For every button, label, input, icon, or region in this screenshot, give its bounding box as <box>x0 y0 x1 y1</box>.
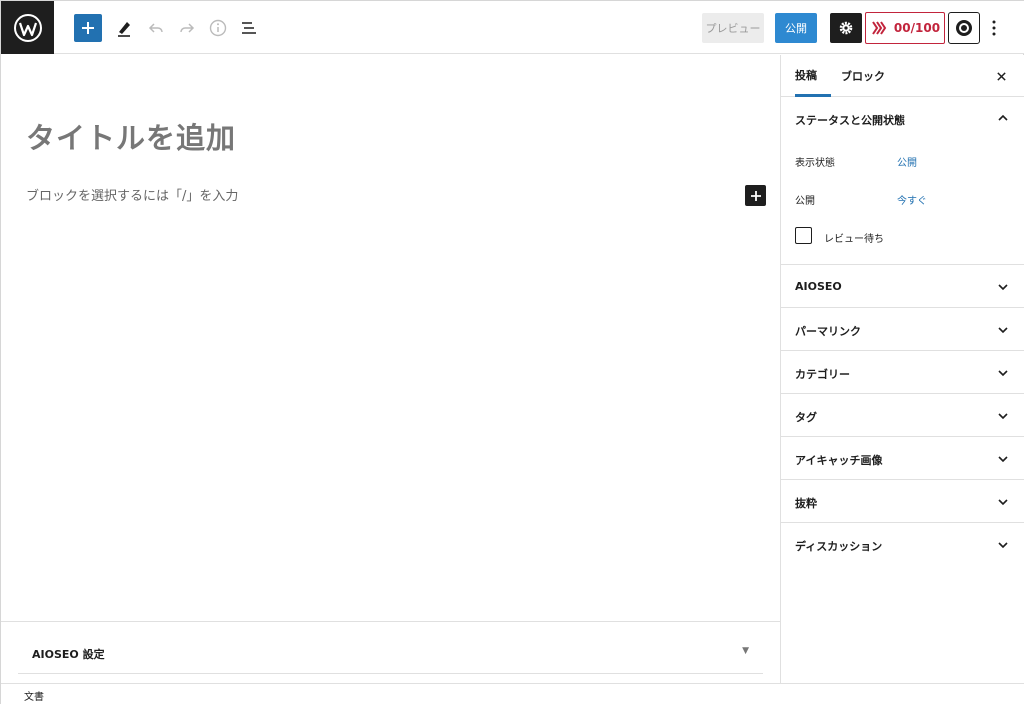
pending-review-label: レビュー待ち <box>824 234 884 245</box>
visibility-value-link[interactable]: 公開 <box>897 154 917 169</box>
panel-tags[interactable]: タグ <box>781 394 1024 437</box>
aioseo-metabox: AIOSEO 設定 ▼ <box>1 621 780 683</box>
add-block-button[interactable] <box>74 14 102 42</box>
pencil-icon <box>118 22 130 37</box>
more-options-button[interactable] <box>985 14 1003 42</box>
panel-featured-image[interactable]: アイキャッチ画像 <box>781 437 1024 480</box>
wordpress-logo[interactable] <box>1 1 54 54</box>
publish-button[interactable]: 公開 <box>775 13 817 43</box>
list-view-button[interactable] <box>235 14 263 42</box>
panel-permalink[interactable]: パーマリンク <box>781 308 1024 351</box>
block-placeholder[interactable]: ブロックを選択するには「/」を入力 <box>26 185 238 204</box>
undo-button[interactable] <box>142 14 170 42</box>
panel-featured-image-title: アイキャッチ画像 <box>795 454 883 467</box>
panel-discussion[interactable]: ディスカッション <box>781 523 1024 566</box>
details-button[interactable] <box>204 14 232 42</box>
redo-icon <box>180 23 195 33</box>
breadcrumb[interactable]: 文書 <box>24 688 44 703</box>
info-icon <box>209 19 227 37</box>
inline-add-block-button[interactable] <box>745 185 766 206</box>
preview-button[interactable]: プレビュー <box>702 13 764 43</box>
tab-post[interactable]: 投稿 <box>795 55 831 97</box>
panel-permalink-title: パーマリンク <box>795 325 861 338</box>
chevron-down-icon <box>998 456 1008 463</box>
close-icon <box>996 71 1006 81</box>
chevron-up-icon[interactable] <box>996 111 1010 125</box>
panel-categories-title: カテゴリー <box>795 368 850 381</box>
publish-label: 公開 <box>795 196 815 207</box>
settings-button[interactable] <box>830 13 862 43</box>
chevron-down-icon <box>998 499 1008 506</box>
tab-block-label: ブロック <box>841 70 885 83</box>
gear-icon <box>839 21 853 35</box>
panel-excerpt[interactable]: 抜粋 <box>781 480 1024 523</box>
tab-block[interactable]: ブロック <box>841 55 901 97</box>
chevron-down-icon <box>998 284 1008 291</box>
wordpress-icon <box>13 13 42 42</box>
plugin-settings-button[interactable] <box>948 12 980 44</box>
chevron-down-icon <box>998 413 1008 420</box>
panel-discussion-title: ディスカッション <box>795 540 883 553</box>
panel-aioseo[interactable]: AIOSEO <box>781 265 1024 308</box>
caret-down-icon[interactable]: ▼ <box>742 646 749 656</box>
chevron-down-icon <box>998 370 1008 377</box>
close-sidebar-button[interactable] <box>992 67 1010 85</box>
sidebar-tabs: 投稿 ブロック <box>781 55 1024 97</box>
panel-excerpt-title: 抜粋 <box>795 497 817 510</box>
editor-window: プレビュー 公開 00/100 タイトルを追加 ブロックを選択するには「/」を入… <box>0 0 1024 704</box>
panel-categories[interactable]: カテゴリー <box>781 351 1024 394</box>
pending-review-checkbox[interactable] <box>795 227 812 244</box>
chevron-down-icon <box>998 542 1008 549</box>
plugin-gear-icon <box>956 20 972 36</box>
list-view-icon <box>242 22 256 34</box>
panel-status-title[interactable]: ステータスと公開状態 <box>795 112 905 128</box>
status-footer: 文書 <box>1 683 1024 704</box>
chevron-down-icon <box>998 327 1008 334</box>
panel-tags-title: タグ <box>795 411 817 424</box>
seo-score: 00/100 <box>893 21 941 35</box>
aioseo-score-button[interactable]: 00/100 <box>865 12 945 44</box>
top-toolbar: プレビュー 公開 00/100 <box>1 1 1024 54</box>
aioseo-metabox-header[interactable]: AIOSEO 設定 ▼ <box>18 632 763 674</box>
plus-icon <box>82 22 94 34</box>
aioseo-icon <box>872 21 887 35</box>
undo-icon <box>148 23 163 33</box>
panel-aioseo-title: AIOSEO <box>795 280 842 293</box>
panel-status-visibility: ステータスと公開状態 表示状態 公開 公開 今すぐ レビュー待ち <box>781 97 1024 265</box>
visibility-label: 表示状態 <box>795 158 835 169</box>
tools-button[interactable] <box>110 14 138 42</box>
metabox-title: AIOSEO 設定 <box>32 648 105 661</box>
post-title-input[interactable]: タイトルを追加 <box>26 115 236 157</box>
plus-icon <box>750 190 761 201</box>
redo-button[interactable] <box>173 14 201 42</box>
tab-post-label: 投稿 <box>795 68 817 82</box>
publish-date-link[interactable]: 今すぐ <box>897 192 927 207</box>
more-vertical-icon <box>992 20 996 36</box>
settings-sidebar: 投稿 ブロック ステータスと公開状態 表示状態 公開 公開 今すぐ レビュー待ち <box>780 55 1024 683</box>
editor-canvas: タイトルを追加 ブロックを選択するには「/」を入力 <box>1 55 780 621</box>
